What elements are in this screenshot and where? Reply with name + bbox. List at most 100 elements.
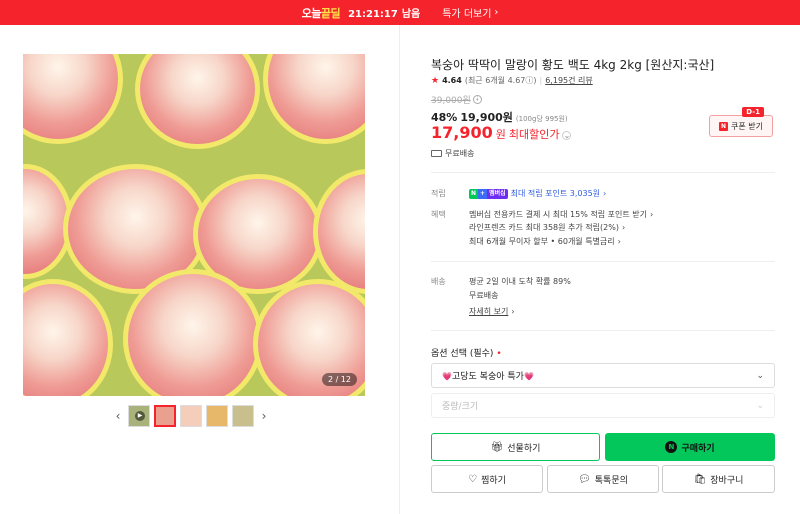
delivery-fee: 무료배송 bbox=[469, 291, 499, 300]
final-price-currency: 원 bbox=[495, 128, 506, 141]
benefit-text: 멤버십 전용카드 결제 시 최대 15% 적립 포인트 받기 bbox=[469, 210, 647, 219]
rating-recent-close: ) bbox=[533, 76, 537, 85]
coupon-label: 쿠폰 받기 bbox=[731, 121, 763, 131]
option-select-2-placeholder: 중량/크기 bbox=[442, 402, 479, 412]
option-label: 옵션 선택 (필수) • bbox=[431, 346, 502, 359]
benefit-line[interactable]: 최대 6개월 무이자 할부 • 60개월 특별금리 › bbox=[469, 236, 621, 247]
benefit-line[interactable]: 라인프렌즈 카드 최대 358원 추가 적립(2%) › bbox=[469, 222, 625, 233]
chevron-down-icon[interactable]: ⌄ bbox=[562, 131, 572, 140]
talktalk-button[interactable]: 💬︎ 톡톡문의 bbox=[547, 465, 659, 493]
rating-recent-text: (최근 6개월 4.67 bbox=[464, 76, 526, 85]
final-price: 17,900 bbox=[431, 123, 493, 142]
thumbnail[interactable] bbox=[206, 405, 228, 427]
npay-membership: 멤버십 bbox=[487, 188, 508, 199]
original-price: 39,000원 i bbox=[431, 93, 482, 106]
reviews-link[interactable]: 6,195건 리뷰 bbox=[545, 75, 593, 86]
rating-row: ★ 4.64 (최근 6개월 4.67ⓘ) | 6,195건 리뷰 bbox=[431, 75, 593, 86]
thumbnail-prev-button[interactable]: ‹ bbox=[112, 409, 124, 423]
deal-logo-left: 오늘 bbox=[301, 6, 322, 20]
truck-icon bbox=[431, 150, 442, 157]
play-icon: ▶ bbox=[135, 411, 145, 421]
benefit-text: 라인프렌즈 카드 최대 358원 추가 적립(2%) bbox=[469, 223, 619, 232]
naver-n-icon: N bbox=[719, 121, 728, 131]
required-mark: • bbox=[496, 349, 502, 359]
points-row[interactable]: N + 멤버십 최대 적립 포인트 3,035원 › bbox=[469, 188, 606, 199]
chevron-down-icon: ⌄ bbox=[756, 400, 764, 411]
thumbnail[interactable] bbox=[180, 405, 202, 427]
points-label: 적립 bbox=[431, 189, 446, 198]
option-select-2[interactable]: 중량/크기 ⌄ bbox=[431, 393, 775, 418]
option-select-1[interactable]: 💗고당도 복숭아 특가💗 ⌄ bbox=[431, 363, 775, 388]
more-deals-label: 특가 더보기 bbox=[442, 9, 492, 20]
image-page-indicator: 2 / 12 bbox=[321, 373, 357, 386]
cart-icon: 🛍︎ bbox=[693, 473, 707, 485]
peach-image-shape bbox=[135, 54, 260, 149]
column-divider bbox=[399, 25, 400, 514]
rating-score: 4.64 bbox=[442, 76, 462, 85]
product-main-image[interactable]: 2 / 12 bbox=[23, 54, 365, 396]
option-value-text: 고당도 복숭아 특가 bbox=[451, 372, 524, 382]
peach-image-shape bbox=[23, 54, 123, 144]
info-icon[interactable]: i bbox=[472, 95, 482, 104]
rating-recent: (최근 6개월 4.67ⓘ) bbox=[465, 75, 537, 86]
thumbnail-selected[interactable] bbox=[154, 405, 176, 427]
benefit-text: 최대 6개월 무이자 할부 • 60개월 특별금리 bbox=[469, 237, 615, 246]
wishlist-button[interactable]: ♡ 찜하기 bbox=[431, 465, 543, 493]
delivery-details-link[interactable]: 자세히 보기 › bbox=[469, 306, 515, 317]
rating-separator: | bbox=[539, 76, 543, 85]
heart-icon: ♡ bbox=[468, 473, 478, 485]
delivery-label: 배송 bbox=[431, 277, 446, 286]
naver-n-icon: N bbox=[665, 441, 678, 453]
gift-icon: 🎁︎ bbox=[490, 441, 504, 453]
buy-button-label: 구매하기 bbox=[681, 443, 715, 454]
delivery-details-label: 자세히 보기 bbox=[469, 307, 509, 316]
final-price-row[interactable]: 17,900 원 최대할인가 ⌄ bbox=[431, 123, 572, 142]
product-title: 복숭아 딱딱이 말랑이 황도 백도 4kg 2kg [원산지:국산] bbox=[431, 58, 715, 72]
more-deals-link[interactable]: 특가 더보기 › bbox=[442, 5, 498, 20]
thumbnail-video[interactable]: ▶ bbox=[128, 405, 150, 427]
chevron-right-icon: › bbox=[511, 307, 515, 316]
buy-button[interactable]: N 구매하기 bbox=[605, 433, 775, 461]
deal-logo-right: 끝딜 bbox=[320, 6, 341, 20]
delivery-estimate: 평균 2일 이내 도착 확률 89% bbox=[469, 277, 571, 286]
naverpay-membership-icon: N + 멤버십 bbox=[469, 188, 508, 199]
chevron-right-icon: › bbox=[617, 237, 621, 246]
deal-banner[interactable]: 오늘끝딜 21:21:17 남음 특가 더보기 › bbox=[0, 0, 800, 25]
coupon-dday-badge: D-1 bbox=[742, 107, 764, 117]
timer-suffix: 남음 bbox=[401, 9, 421, 20]
benefit-line[interactable]: 멤버십 전용카드 결제 시 최대 15% 적립 포인트 받기 › bbox=[469, 209, 653, 220]
original-price-value: 39,000원 bbox=[431, 96, 471, 106]
chevron-right-icon: › bbox=[621, 223, 626, 232]
thumbnail-next-button[interactable]: › bbox=[258, 409, 270, 423]
thumbnail[interactable] bbox=[232, 405, 254, 427]
thumbnail-strip: ‹ ▶ › bbox=[112, 405, 270, 427]
max-points-link[interactable]: 최대 적립 포인트 3,035원 bbox=[511, 188, 600, 199]
chat-icon: 💬︎ bbox=[578, 473, 591, 485]
cart-button-label: 장바구니 bbox=[710, 475, 744, 486]
chevron-down-icon: ⌄ bbox=[756, 370, 764, 381]
peach-image-shape bbox=[23, 279, 113, 396]
star-icon: ★ bbox=[431, 75, 440, 86]
peach-image-shape bbox=[123, 269, 263, 396]
option-select-1-value: 💗고당도 복숭아 특가💗 bbox=[442, 369, 534, 382]
free-shipping: 무료배송 bbox=[431, 148, 474, 159]
section-divider bbox=[431, 172, 775, 173]
gift-button-label: 선물하기 bbox=[507, 443, 541, 454]
chevron-right-icon: › bbox=[603, 189, 607, 198]
cart-button[interactable]: 🛍︎ 장바구니 bbox=[662, 465, 775, 493]
gift-button[interactable]: 🎁︎ 선물하기 bbox=[431, 433, 600, 461]
free-shipping-label: 무료배송 bbox=[445, 149, 475, 158]
peach-image-shape bbox=[263, 54, 365, 144]
npay-n: N bbox=[469, 188, 479, 199]
chevron-right-icon: › bbox=[494, 7, 499, 18]
heart-icon: 💗 bbox=[442, 372, 452, 381]
section-divider bbox=[431, 330, 775, 331]
benefits-label: 혜택 bbox=[431, 210, 446, 219]
timer-value: 21:21:17 bbox=[348, 9, 398, 20]
talktalk-button-label: 톡톡문의 bbox=[594, 475, 628, 486]
coupon-button[interactable]: D-1 N 쿠폰 받기 bbox=[709, 107, 773, 137]
final-price-label: 최대할인가 bbox=[508, 128, 560, 141]
chevron-right-icon: › bbox=[649, 210, 654, 219]
heart-icon: 💗 bbox=[523, 372, 534, 381]
wishlist-button-label: 찜하기 bbox=[481, 475, 506, 486]
